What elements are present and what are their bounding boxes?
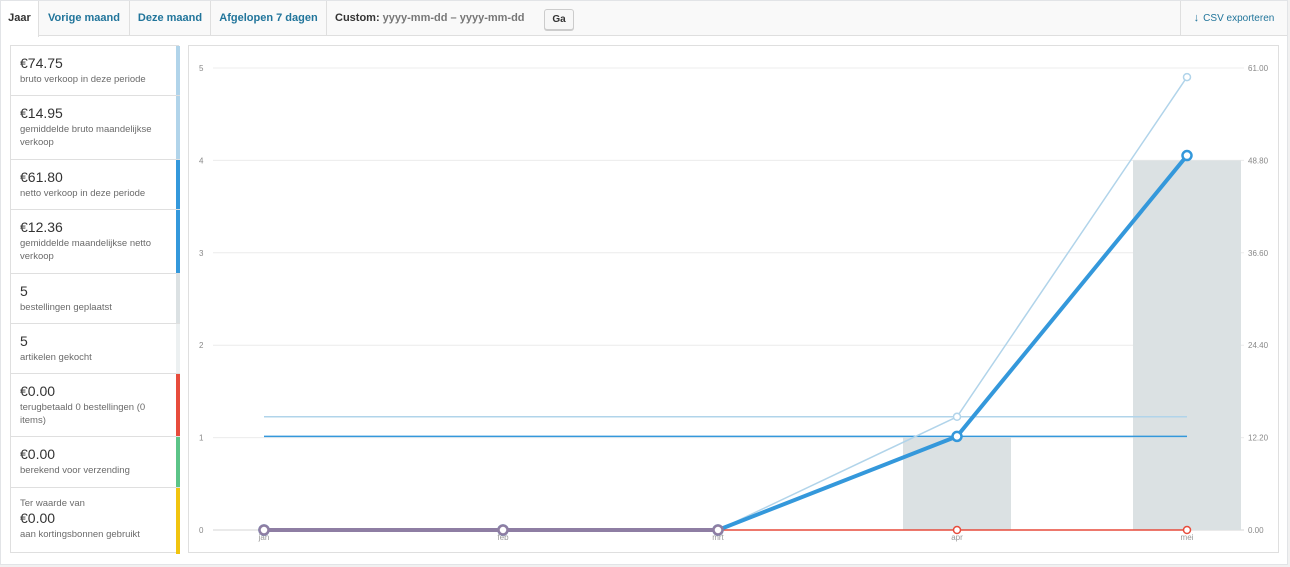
left-axis-tick-label: 1	[199, 434, 204, 443]
legend-description: netto verkoop in deze periode	[20, 188, 146, 199]
right-axis-tick-label: 12.20	[1248, 434, 1269, 443]
date-to-input[interactable]: yyyy-mm-dd	[460, 12, 525, 24]
x-axis-label: apr	[951, 533, 963, 542]
legend-amount: €0.00	[20, 383, 56, 399]
series-point	[1182, 72, 1192, 82]
tab-last-7-days[interactable]: Afgelopen 7 dagen	[211, 1, 327, 36]
custom-range: Custom: yyyy-mm-dd – yyyy-mm-dd	[335, 1, 525, 36]
left-axis-tick-label: 0	[199, 526, 204, 535]
legend-color-bar	[176, 96, 180, 159]
legend-item[interactable]: €0.00 terugbetaald 0 bestellingen (0 item…	[11, 374, 180, 437]
right-axis-tick-label: 36.60	[1248, 249, 1269, 258]
series-point	[952, 412, 962, 422]
legend-color-bar	[176, 46, 180, 95]
legend-description: bruto verkoop in deze periode	[20, 74, 146, 85]
series-point	[951, 430, 963, 443]
legend-color-bar	[176, 488, 180, 554]
legend-color-bar	[176, 324, 180, 373]
legend-amount: 5	[20, 283, 28, 299]
date-separator: –	[450, 12, 457, 24]
custom-label: Custom:	[335, 12, 380, 24]
legend-description: berekend voor verzending	[20, 465, 130, 476]
legend-description: gemiddelde bruto maandelijkse verkoop	[20, 124, 152, 148]
legend-color-bar	[176, 437, 180, 487]
chart-legend: €74.75 bruto verkoop in deze periode €14.9…	[10, 45, 180, 554]
legend-item[interactable]: €0.00 berekend voor verzending	[11, 437, 180, 488]
date-from-input[interactable]: yyyy-mm-dd	[383, 12, 448, 24]
series-point	[497, 524, 509, 536]
series-point	[712, 524, 724, 536]
series-line	[264, 76, 1188, 531]
tab-this-month[interactable]: Deze maand	[130, 1, 211, 36]
legend-description: aan kortingsbonnen gebruikt	[20, 529, 140, 540]
chart-canvas: 0 0.001 12.202 24.403 36.604 48.805 61.00jan fe…	[199, 64, 1269, 542]
tab-last-month[interactable]: Vorige maand	[39, 1, 130, 36]
legend-description: artikelen gekocht	[20, 352, 92, 363]
csv-export-link[interactable]: ↓ CSV exporteren	[1180, 1, 1287, 36]
series-point	[952, 525, 962, 535]
left-axis-tick-label: 4	[199, 156, 204, 165]
legend-amount: €14.95	[20, 105, 63, 121]
legend-amount: €0.00	[20, 446, 56, 462]
download-arrow-icon: ↓	[1193, 12, 1200, 24]
tab-year[interactable]: Jaar	[1, 1, 39, 37]
left-axis-tick-label: 3	[199, 249, 204, 258]
legend-prefix: Ter waarde van	[20, 498, 85, 509]
sales-chart: 0 0.00 1 12.20 2 24.40 3 36.60 4 48.80 5 61.00 jan fe…	[188, 45, 1279, 553]
right-axis-tick-label: 61.00	[1248, 64, 1269, 73]
legend-amount: €0.00	[20, 510, 56, 526]
legend-amount: €12.36	[20, 219, 63, 235]
series-point	[1182, 525, 1192, 535]
legend-color-bar	[176, 160, 180, 209]
legend-item[interactable]: €61.80 netto verkoop in deze periode	[11, 160, 180, 210]
legend-description: gemiddelde maandelijkse netto verkoop	[20, 238, 151, 262]
legend-amount: 5	[20, 333, 28, 349]
left-axis-tick-label: 2	[199, 341, 204, 350]
legend-description: bestellingen geplaatst	[20, 302, 112, 313]
right-axis-tick-label: 48.80	[1248, 156, 1269, 165]
legend-color-bar	[176, 210, 180, 273]
legend-item[interactable]: €12.36 gemiddelde maandelijkse netto verk…	[11, 210, 180, 274]
legend-item[interactable]: €74.75 bruto verkoop in deze periode	[11, 46, 180, 96]
legend-amount: €61.80	[20, 169, 63, 185]
legend-item[interactable]: 5 bestellingen geplaatst	[11, 274, 180, 324]
legend-amount: €74.75	[20, 55, 63, 71]
right-axis-tick-label: 0.00	[1248, 526, 1264, 535]
legend-color-bar	[176, 374, 180, 436]
legend-color-bar	[176, 274, 180, 323]
series-line	[264, 154, 1189, 532]
series-point	[258, 524, 270, 536]
series-point	[1181, 149, 1193, 162]
report-panel: Jaar Vorige maand Deze maand Afgelopen 7…	[0, 0, 1288, 565]
legend-item[interactable]: €14.95 gemiddelde bruto maandelijkse verk…	[11, 96, 180, 160]
csv-export-label: CSV exporteren	[1203, 13, 1275, 24]
order-bar	[1133, 160, 1241, 530]
x-axis-label: mei	[1181, 533, 1194, 542]
legend-description: terugbetaald 0 bestellingen (0 items)	[20, 402, 146, 426]
range-tab-bar: Jaar Vorige maand Deze maand Afgelopen 7…	[1, 1, 1287, 37]
go-button[interactable]: Ga	[544, 9, 574, 30]
legend-item[interactable]: Ter waarde van €0.00 aan kortingsbonnen ge…	[11, 488, 180, 554]
legend-item[interactable]: 5 artikelen gekocht	[11, 324, 180, 374]
left-axis-tick-label: 5	[199, 64, 204, 73]
right-axis-tick-label: 24.40	[1248, 341, 1269, 350]
